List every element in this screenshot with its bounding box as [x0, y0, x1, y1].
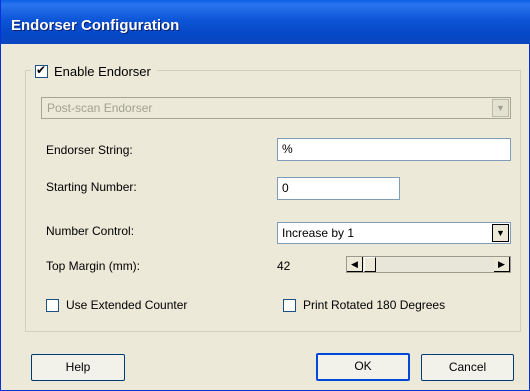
starting-number-label: Starting Number: [46, 180, 137, 194]
checkbox-icon[interactable] [283, 298, 296, 312]
endorser-type-value: Post-scan Endorser [47, 101, 153, 115]
endorser-string-label: Endorser String: [46, 143, 133, 157]
chevron-down-icon: ▼ [492, 99, 509, 117]
top-margin-label: Top Margin (mm): [46, 259, 141, 273]
checkbox-icon[interactable] [46, 298, 59, 312]
number-control-value: Increase by 1 [282, 226, 355, 240]
help-button[interactable]: Help [31, 354, 125, 381]
starting-number-input[interactable]: 0 [277, 177, 400, 200]
starting-number-value: 0 [282, 181, 289, 195]
enable-endorser-checkbox[interactable]: Enable Endorser [31, 62, 157, 80]
checkmark-icon[interactable] [35, 63, 48, 78]
top-margin-value: 42 [277, 259, 291, 273]
enable-endorser-label: Enable Endorser [54, 63, 151, 79]
print-rotated-checkbox[interactable]: Print Rotated 180 Degrees [283, 298, 445, 312]
ok-button[interactable]: OK [316, 353, 410, 381]
title-bar[interactable]: Endorser Configuration [1, 0, 530, 44]
endorser-config-dialog: Endorser Configuration Enable Endorser P… [0, 0, 530, 391]
number-control-select[interactable]: Increase by 1 ▼ [277, 222, 511, 244]
scrollbar-thumb[interactable] [364, 257, 376, 272]
arrow-left-icon[interactable]: ◀ [347, 257, 363, 272]
endorser-string-value: % [282, 142, 293, 156]
endorser-type-select: Post-scan Endorser ▼ [41, 97, 511, 119]
chevron-down-icon[interactable]: ▼ [492, 224, 509, 242]
use-extended-counter-label: Use Extended Counter [66, 298, 188, 312]
print-rotated-label: Print Rotated 180 Degrees [303, 298, 446, 312]
use-extended-counter-checkbox[interactable]: Use Extended Counter [46, 298, 187, 312]
endorser-string-input[interactable]: % [277, 138, 511, 161]
arrow-right-icon[interactable]: ▶ [494, 257, 510, 272]
top-margin-scrollbar[interactable]: ◀ ▶ [346, 256, 511, 273]
number-control-label: Number Control: [46, 224, 135, 238]
cancel-button[interactable]: Cancel [421, 354, 514, 381]
window-title: Endorser Configuration [11, 17, 180, 34]
